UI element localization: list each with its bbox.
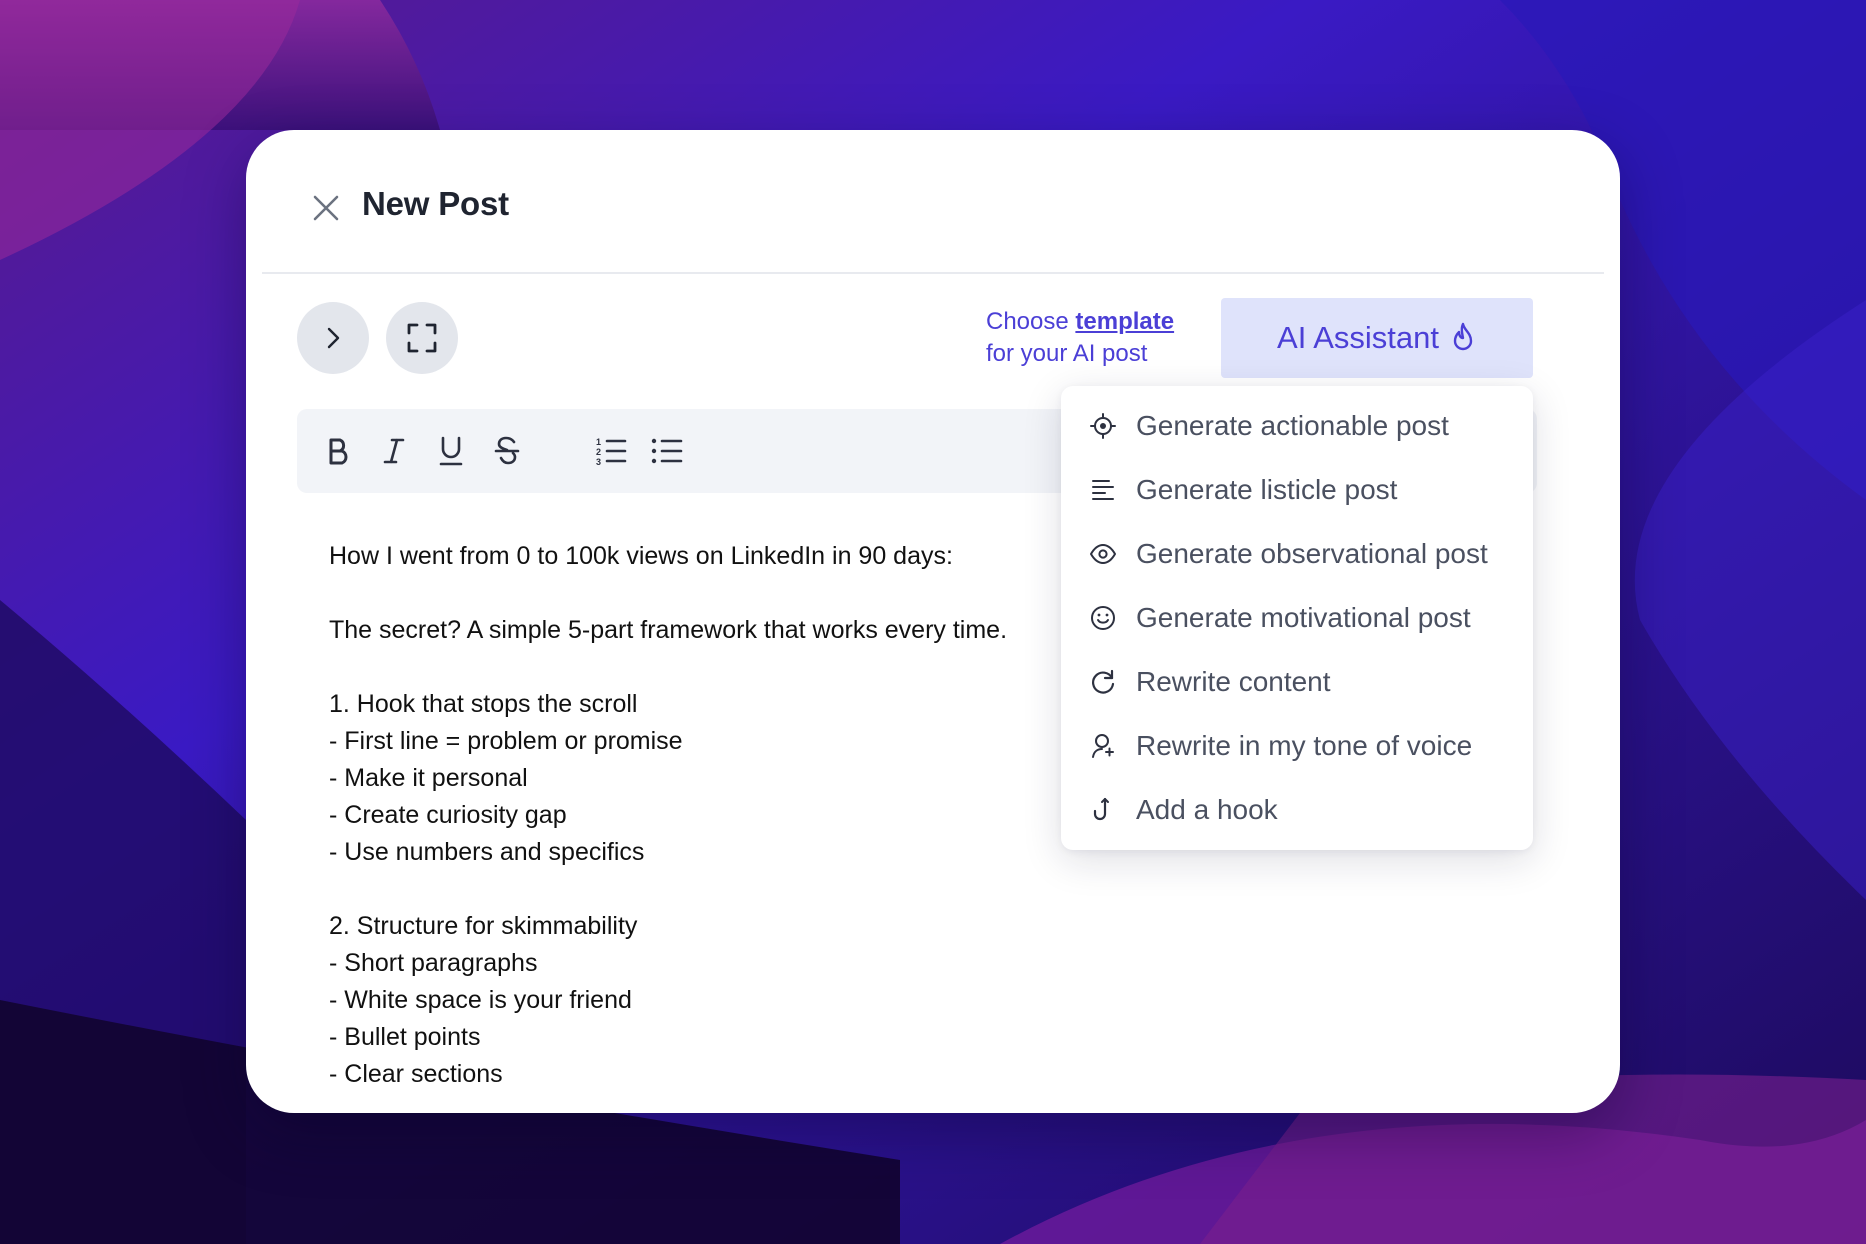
- post-editor[interactable]: How I went from 0 to 100k views on Linke…: [329, 538, 1109, 1093]
- editor-line: 2. Structure for skimmability: [329, 912, 638, 940]
- italic-icon: [383, 438, 405, 464]
- italic-button[interactable]: [370, 427, 418, 475]
- template-link[interactable]: template: [1075, 308, 1174, 335]
- template-hint: Choose template for your AI post: [986, 306, 1174, 370]
- next-button[interactable]: [297, 302, 369, 374]
- bullet-list-icon: [651, 438, 683, 464]
- strikethrough-button[interactable]: [483, 427, 531, 475]
- ai-assistant-menu: Generate actionable post Generate listic…: [1061, 386, 1533, 850]
- menu-item-generate-listicle[interactable]: Generate listicle post: [1061, 462, 1533, 518]
- menu-item-label: Generate observational post: [1136, 538, 1488, 569]
- align-left-icon: [1089, 476, 1117, 504]
- ordered-list-icon: 1 2 3: [596, 437, 627, 466]
- ai-assistant-button[interactable]: AI Assistant: [1221, 298, 1533, 378]
- editor-blank-line: [329, 649, 1109, 686]
- menu-item-generate-motivational[interactable]: Generate motivational post: [1061, 590, 1533, 646]
- editor-line: - First line = problem or promise: [329, 727, 683, 755]
- menu-item-rewrite-content[interactable]: Rewrite content: [1061, 654, 1533, 710]
- editor-line: How I went from 0 to 100k views on Linke…: [329, 542, 953, 570]
- template-hint-suffix: for your AI post: [986, 340, 1148, 367]
- menu-item-add-hook[interactable]: Add a hook: [1061, 782, 1533, 838]
- header-divider: [262, 272, 1604, 274]
- editor-line: - Make it personal: [329, 764, 528, 792]
- refresh-icon: [1089, 668, 1117, 696]
- editor-line: The secret? A simple 5-part framework th…: [329, 616, 1008, 644]
- flame-icon: [1453, 322, 1473, 351]
- user-voice-icon: [1089, 732, 1117, 760]
- editor-blank-line: [329, 871, 1109, 908]
- menu-item-label: Add a hook: [1136, 794, 1278, 825]
- underline-icon: [439, 436, 463, 466]
- chevron-right-icon: [327, 327, 340, 349]
- close-icon: [313, 195, 339, 221]
- modal-header: New Post: [246, 130, 1620, 273]
- target-icon: [1089, 412, 1117, 440]
- svg-text:1: 1: [596, 437, 601, 447]
- menu-item-generate-actionable[interactable]: Generate actionable post: [1061, 398, 1533, 454]
- menu-item-label: Generate listicle post: [1136, 474, 1398, 505]
- editor-line: 1. Hook that stops the scroll: [329, 690, 638, 718]
- hook-icon: [1089, 796, 1117, 824]
- template-hint-prefix: Choose: [986, 308, 1076, 335]
- bold-icon: [329, 438, 348, 465]
- bold-button[interactable]: [315, 427, 363, 475]
- editor-line: - Clear sections: [329, 1060, 503, 1088]
- menu-item-label: Rewrite content: [1136, 666, 1331, 697]
- modal-title: New Post: [362, 185, 509, 222]
- editor-blank-line: [329, 575, 1109, 612]
- svg-text:3: 3: [596, 457, 601, 466]
- close-button[interactable]: [306, 188, 346, 228]
- bullet-list-button[interactable]: [643, 427, 691, 475]
- expand-icon: [407, 323, 437, 353]
- editor-line: - Create curiosity gap: [329, 801, 567, 829]
- underline-button[interactable]: [427, 427, 475, 475]
- svg-text:2: 2: [596, 447, 601, 457]
- editor-line: - Short paragraphs: [329, 949, 538, 977]
- editor-line: - White space is your friend: [329, 986, 632, 1014]
- strikethrough-icon: [494, 436, 520, 465]
- menu-item-rewrite-tone[interactable]: Rewrite in my tone of voice: [1061, 718, 1533, 774]
- smile-icon: [1089, 604, 1117, 632]
- fullscreen-button[interactable]: [386, 302, 458, 374]
- editor-line: - Use numbers and specifics: [329, 838, 645, 866]
- menu-item-label: Rewrite in my tone of voice: [1136, 730, 1473, 761]
- menu-item-generate-observational[interactable]: Generate observational post: [1061, 526, 1533, 582]
- ordered-list-button[interactable]: 1 2 3: [587, 427, 635, 475]
- menu-item-label: Generate actionable post: [1136, 410, 1449, 441]
- eye-icon: [1089, 540, 1117, 568]
- menu-item-label: Generate motivational post: [1136, 602, 1471, 633]
- ai-assistant-label: AI Assistant: [1277, 320, 1439, 355]
- editor-line: - Bullet points: [329, 1023, 481, 1051]
